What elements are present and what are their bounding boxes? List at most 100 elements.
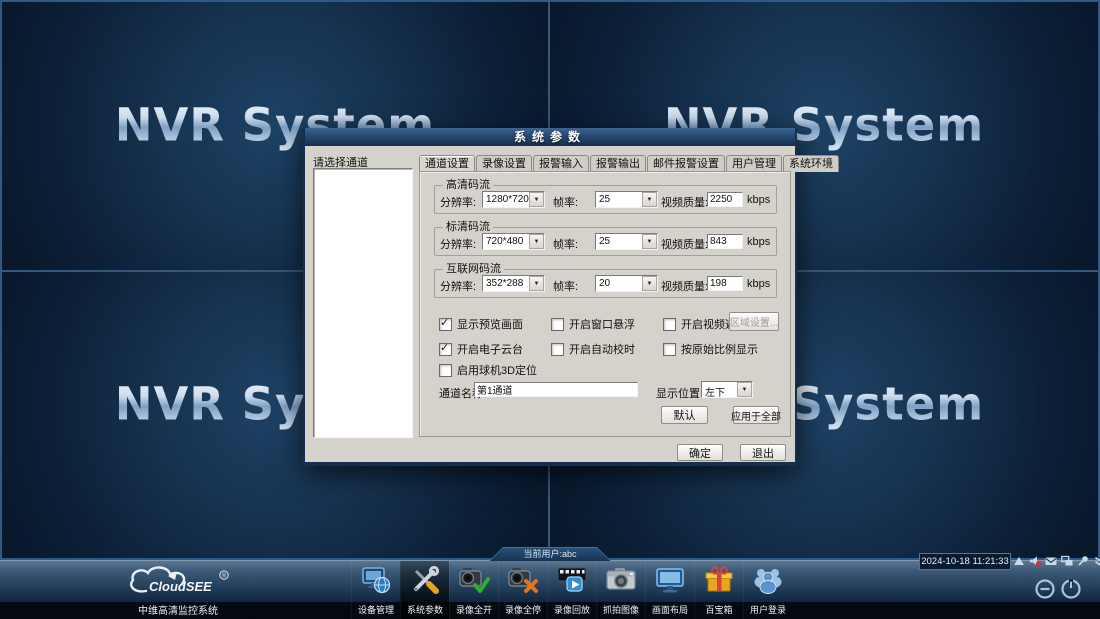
tray-icons [1013, 555, 1100, 567]
checkbox-label: 开启电子云台 [457, 341, 523, 357]
dropdown-arrow-icon[interactable]: ▼ [642, 234, 657, 249]
sd-quality-input[interactable] [707, 234, 743, 249]
quality-label: 视频质量: [661, 194, 708, 210]
tab-alarm-output[interactable]: 报警输出 [590, 155, 646, 172]
sd-fps-select[interactable]: 25 ▼ [595, 233, 658, 250]
net-fps-select[interactable]: 20 ▼ [595, 275, 658, 292]
exit-button[interactable]: 退出 [740, 444, 786, 461]
hd-resolution-select[interactable]: 1280*720 ▼ [482, 191, 545, 208]
region-settings-button[interactable]: 区域设置... [729, 312, 779, 331]
dropdown-arrow-icon[interactable]: ▼ [529, 234, 544, 249]
mail-icon[interactable] [1045, 555, 1057, 567]
current-user-tab: 当前用户:abc [489, 547, 611, 561]
checkbox-box: ✓ [439, 364, 452, 377]
taskbar-item-screen-layout[interactable]: 画面布局 [645, 561, 694, 619]
position-label: 显示位置 [656, 385, 700, 401]
taskbar-item-label: 系统参数 [401, 603, 449, 616]
ok-button[interactable]: 确定 [677, 444, 723, 461]
power-button[interactable] [1060, 578, 1082, 600]
taskbar-item-system-params[interactable]: 系统参数 [400, 561, 449, 619]
hd-fps-select[interactable]: 25 ▼ [595, 191, 658, 208]
clock-display: 2024-10-18 11:21:33 [919, 553, 1011, 570]
checkbox-dome-3d[interactable]: ✓ 启用球机3D定位 [439, 362, 537, 378]
alarm-icon[interactable] [1013, 555, 1025, 567]
record-on-icon [458, 564, 490, 596]
checkbox-window-float[interactable]: ✓ 开启窗口悬浮 [551, 316, 635, 332]
taskbar-items: 设备管理 系统参数 [351, 561, 792, 619]
taskbar-item-device-management[interactable]: 设备管理 [351, 561, 400, 619]
taskbar-item-label: 用户登录 [744, 603, 792, 616]
net-resolution-select[interactable]: 352*288 ▼ [482, 275, 545, 292]
minimize-button[interactable] [1034, 578, 1056, 600]
check-icon: ✓ [440, 341, 449, 354]
channel-listbox[interactable] [313, 168, 413, 438]
taskbar-item-label: 设备管理 [352, 603, 400, 616]
record-stop-icon [507, 564, 539, 596]
current-user-text: 当前用户:abc [489, 547, 611, 561]
channel-name-input[interactable] [474, 382, 638, 397]
monitor-icon [654, 564, 686, 596]
taskbar-item-label: 画面布局 [646, 603, 694, 616]
internet-stream-group: 互联网码流 分辨率: 352*288 ▼ 帧率: 20 ▼ 视频质量: kbps [434, 269, 777, 298]
taskbar: CloudSEE ® 中维高清监控系统 设备管理 [0, 560, 1100, 618]
cloudsee-logo-icon: CloudSEE ® [118, 564, 238, 600]
taskbar-item-label: 录像全开 [450, 603, 498, 616]
fps-label: 帧率: [553, 194, 578, 210]
net-quality-input[interactable] [707, 276, 743, 291]
network-icon[interactable] [1061, 555, 1073, 567]
quality-label: 视频质量: [661, 278, 708, 294]
apply-all-button[interactable]: 应用于全部 [733, 406, 779, 424]
users-icon [752, 564, 784, 596]
device-management-icon [360, 564, 392, 596]
checkbox-label: 开启窗口悬浮 [569, 316, 635, 332]
taskbar-item-record-all-stop[interactable]: 录像全停 [498, 561, 547, 619]
dropdown-arrow-icon[interactable]: ▼ [642, 276, 657, 291]
checkbox-box: ✓ [663, 343, 676, 356]
taskbar-item-toolbox[interactable]: 百宝箱 [694, 561, 743, 619]
tab-alarm-input[interactable]: 报警输入 [533, 155, 589, 172]
hd-quality-input[interactable] [707, 192, 743, 207]
fps-label: 帧率: [553, 278, 578, 294]
sound-muted-icon[interactable] [1029, 555, 1041, 567]
taskbar-item-record-all-on[interactable]: 录像全开 [449, 561, 498, 619]
taskbar-item-snapshot[interactable]: 抓拍图像 [596, 561, 645, 619]
tab-record-settings[interactable]: 录像设置 [476, 155, 532, 172]
checkbox-show-preview[interactable]: ✓ 显示预览画面 [439, 316, 523, 332]
collapse-chevrons-icon[interactable] [1093, 555, 1100, 567]
taskbar-item-label: 百宝箱 [695, 603, 743, 616]
checkbox-label: 按原始比例显示 [681, 341, 758, 357]
pin-icon[interactable] [1077, 555, 1089, 567]
tab-mail-alarm[interactable]: 邮件报警设置 [647, 155, 725, 172]
resolution-label: 分辨率: [440, 194, 476, 210]
tab-system-env[interactable]: 系统环境 [783, 155, 839, 172]
dropdown-arrow-icon[interactable]: ▼ [529, 276, 544, 291]
quality-unit: kbps [747, 236, 770, 248]
position-select[interactable]: 左下 ▼ [701, 381, 753, 398]
default-button[interactable]: 默认 [661, 406, 708, 424]
dropdown-arrow-icon[interactable]: ▼ [737, 382, 752, 397]
sd-stream-group: 标清码流 分辨率: 720*480 ▼ 帧率: 25 ▼ 视频质量: kbps [434, 227, 777, 256]
fps-label: 帧率: [553, 236, 578, 252]
checkbox-box: ✓ [439, 318, 452, 331]
taskbar-item-label: 录像全停 [499, 603, 547, 616]
taskbar-item-label: 抓拍图像 [597, 603, 645, 616]
dialog-title: 系统参数 [305, 128, 795, 146]
tab-user-management[interactable]: 用户管理 [726, 155, 782, 172]
brand-name: CloudSEE [149, 579, 212, 594]
dropdown-arrow-icon[interactable]: ▼ [642, 192, 657, 207]
tab-channel-settings[interactable]: 通道设置 [419, 155, 475, 172]
sd-resolution-select[interactable]: 720*480 ▼ [482, 233, 545, 250]
dropdown-arrow-icon[interactable]: ▼ [529, 192, 544, 207]
checkbox-original-ratio[interactable]: ✓ 按原始比例显示 [663, 341, 758, 357]
checkbox-electronic-ptz[interactable]: ✓ 开启电子云台 [439, 341, 523, 357]
checkbox-auto-time-sync[interactable]: ✓ 开启自动校时 [551, 341, 635, 357]
quality-unit: kbps [747, 278, 770, 290]
checkbox-box: ✓ [663, 318, 676, 331]
taskbar-item-user-login[interactable]: 用户登录 [743, 561, 792, 619]
resolution-label: 分辨率: [440, 278, 476, 294]
brand-block: CloudSEE ® 中维高清监控系统 [110, 561, 246, 619]
checkbox-box: ✓ [551, 343, 564, 356]
channel-settings-page: 高清码流 分辨率: 1280*720 ▼ 帧率: 25 ▼ 视频质量: kbps… [419, 171, 791, 437]
brand-subtitle: 中维高清监控系统 [110, 602, 246, 617]
taskbar-item-playback[interactable]: 录像回放 [547, 561, 596, 619]
